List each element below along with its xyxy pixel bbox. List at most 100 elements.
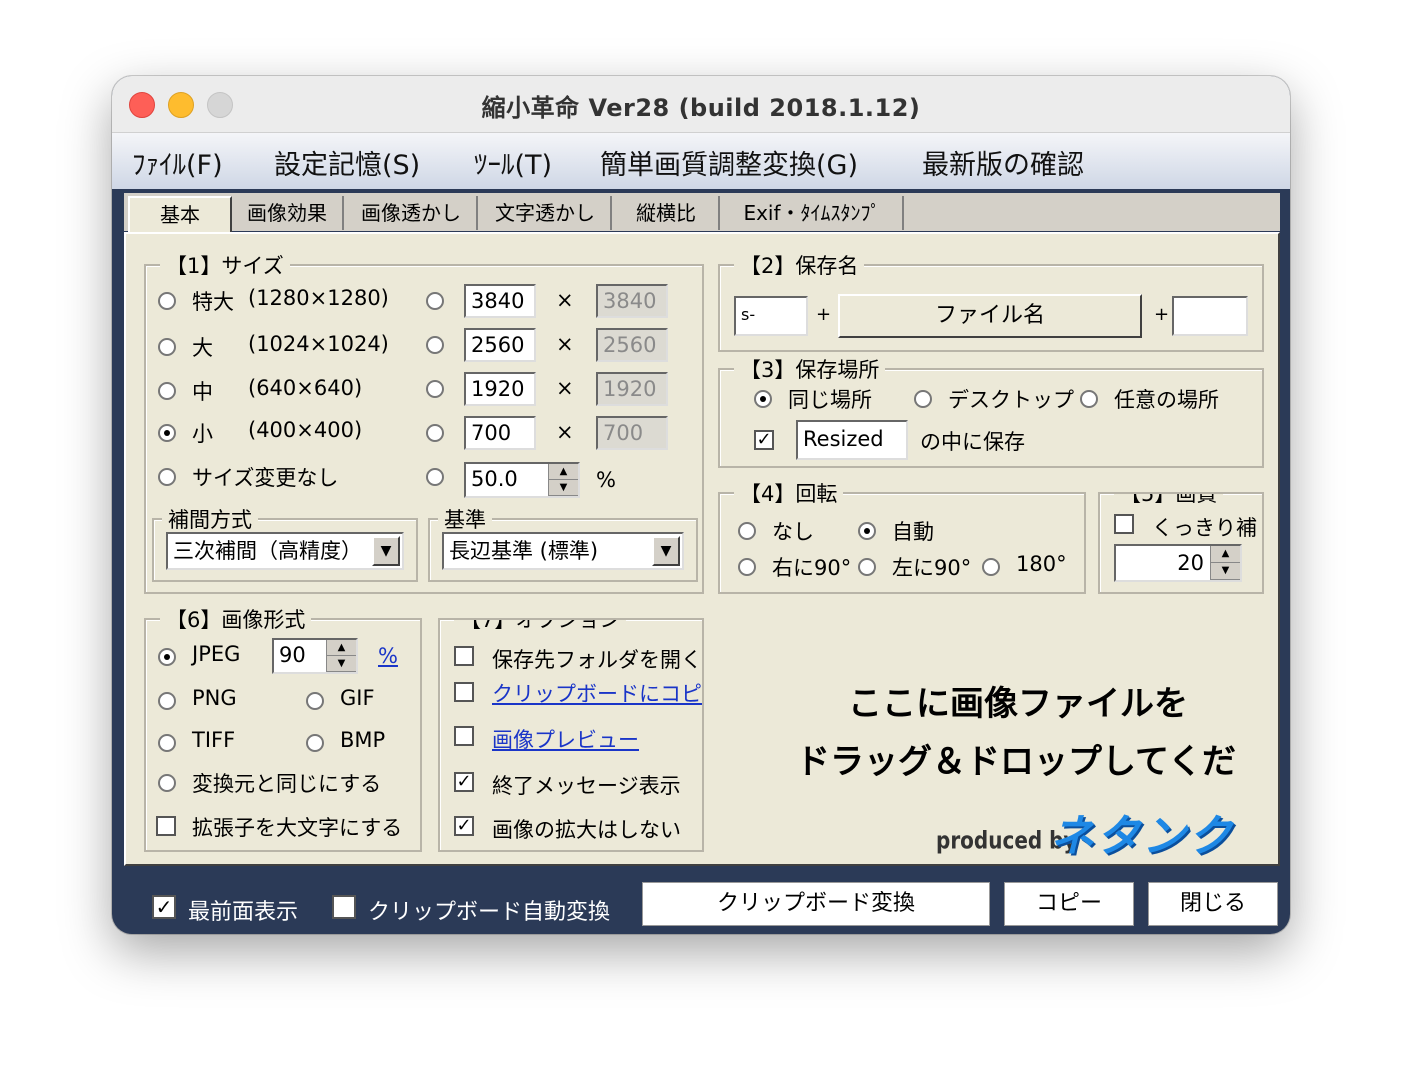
chevron-down-icon[interactable]: ▼ (652, 536, 680, 566)
size-large-label: 大 (192, 336, 213, 360)
interp-select[interactable]: 三次補間（高精度） ▼ (166, 532, 404, 570)
menu-quality-convert[interactable]: 簡単画質調整変換(G) (600, 143, 858, 182)
spin-up-icon[interactable]: ▲ (549, 464, 578, 480)
clipboard-convert-button[interactable]: クリップボード変換 (642, 882, 990, 926)
bmp-radio[interactable] (306, 734, 324, 752)
png-radio[interactable] (158, 692, 176, 710)
size-medium-dims: (640×640) (248, 376, 363, 400)
rotate-auto-label: 自動 (892, 520, 934, 544)
options-group: 【7】オプション 保存先フォルダを開く クリップボードにコピ 画像プレビュー ✓… (438, 618, 704, 852)
jpeg-quality-input[interactable]: 90 ▲ ▼ (272, 638, 358, 674)
menu-file[interactable]: ﾌｧｲﾙ(F) (132, 143, 223, 182)
preview-link[interactable]: 画像プレビュー (492, 724, 639, 754)
copy-clipboard-link[interactable]: クリップボードにコピ (492, 678, 702, 708)
custom-size-2-radio[interactable] (426, 336, 444, 354)
custom-height-1-input: 3840 (596, 284, 668, 318)
close-button[interactable]: 閉じる (1148, 882, 1278, 926)
times-sign: × (556, 420, 574, 444)
tiff-radio[interactable] (158, 734, 176, 752)
any-place-radio[interactable] (1080, 390, 1098, 408)
no-enlarge-label: 画像の拡大はしない (492, 818, 681, 842)
custom-size-3-radio[interactable] (426, 380, 444, 398)
prefix-input[interactable]: s- (734, 296, 808, 336)
size-small-label: 小 (192, 422, 213, 446)
save-name-group-title: 【2】保存名 (734, 250, 865, 280)
rotate-none-radio[interactable] (738, 522, 756, 540)
preview-checkbox[interactable] (454, 726, 474, 746)
menu-bar: ﾌｧｲﾙ(F) 設定記憶(S) ﾂｰﾙ(T) 簡単画質調整変換(G) 最新版の確… (112, 133, 1290, 189)
size-nochange-radio[interactable] (158, 468, 176, 486)
tab-text-watermark[interactable]: 文字透かし (480, 196, 612, 230)
menu-tools[interactable]: ﾂｰﾙ(T) (474, 143, 552, 182)
copy-button[interactable]: コピー (1004, 882, 1134, 926)
subfolder-checkbox[interactable]: ✓ (754, 430, 774, 450)
open-folder-checkbox[interactable] (454, 646, 474, 666)
size-xl-radio[interactable] (158, 292, 176, 310)
basis-select[interactable]: 長辺基準 (標準) ▼ (442, 532, 684, 570)
no-enlarge-checkbox[interactable]: ✓ (454, 816, 474, 836)
size-nochange-label: サイズ変更なし (192, 466, 339, 490)
percent-input[interactable]: 50.0 ▲ ▼ (464, 462, 580, 498)
jpeg-quality-spinner[interactable]: ▲ ▼ (326, 640, 356, 672)
rotate-left-radio[interactable] (858, 558, 876, 576)
spin-up-icon[interactable]: ▲ (1211, 546, 1240, 563)
spin-down-icon[interactable]: ▼ (549, 480, 578, 496)
custom-width-1-input[interactable]: 3840 (464, 284, 536, 318)
spin-down-icon[interactable]: ▼ (327, 656, 356, 672)
percent-spinner[interactable]: ▲ ▼ (548, 464, 578, 496)
gif-radio[interactable] (306, 692, 324, 710)
tab-exif-timestamp[interactable]: Exif・ﾀｲﾑｽﾀﾝﾌﾟ (722, 196, 904, 230)
quality-group-title: 【5】画質 (1114, 494, 1224, 508)
size-large-radio[interactable] (158, 338, 176, 356)
drop-zone[interactable]: ここに画像ファイルを ドラッグ＆ドロップしてくだ produced by ネタン… (726, 624, 1278, 864)
size-medium-label: 中 (192, 380, 213, 404)
gif-label: GIF (340, 686, 375, 710)
interp-select-value: 三次補間（高精度） (173, 539, 362, 563)
rotate-180-radio[interactable] (982, 558, 1000, 576)
custom-width-4-input[interactable]: 700 (464, 416, 536, 450)
custom-width-2-input[interactable]: 2560 (464, 328, 536, 362)
tab-image-watermark[interactable]: 画像透かし (346, 196, 478, 230)
jpeg-radio[interactable] (158, 648, 176, 666)
size-small-radio[interactable] (158, 424, 176, 442)
rotate-right-radio[interactable] (738, 558, 756, 576)
topmost-checkbox[interactable]: ✓ (152, 895, 176, 919)
tab-basic[interactable]: 基本 (128, 196, 232, 232)
spin-up-icon[interactable]: ▲ (327, 640, 356, 656)
filename-button[interactable]: ファイル名 (838, 294, 1142, 338)
custom-width-3-input[interactable]: 1920 (464, 372, 536, 406)
tab-image-effects[interactable]: 画像効果 (232, 196, 344, 230)
subfolder-suffix: の中に保存 (920, 430, 1025, 454)
quality-spinner[interactable]: ▲ ▼ (1210, 546, 1240, 580)
size-group-title: 【1】サイズ (160, 250, 290, 280)
rotate-right-label: 右に90° (772, 556, 852, 580)
finish-message-checkbox[interactable]: ✓ (454, 772, 474, 792)
menu-check-latest[interactable]: 最新版の確認 (922, 143, 1084, 182)
tab-aspect-ratio[interactable]: 縦横比 (614, 196, 720, 230)
percent-radio[interactable] (426, 468, 444, 486)
clip-auto-checkbox[interactable] (332, 895, 356, 919)
jpeg-percent-link[interactable]: % (378, 644, 398, 668)
suffix-input[interactable] (1172, 296, 1248, 336)
tiff-label: TIFF (192, 728, 236, 752)
rotate-auto-radio[interactable] (858, 522, 876, 540)
copy-clipboard-checkbox[interactable] (454, 682, 474, 702)
basis-select-value: 長辺基準 (標準) (449, 539, 599, 563)
same-place-radio[interactable] (754, 390, 772, 408)
subfolder-input[interactable]: Resized (796, 420, 908, 460)
size-xl-dims: (1280×1280) (248, 286, 389, 310)
spin-down-icon[interactable]: ▼ (1211, 563, 1240, 580)
quality-input[interactable]: 20 ▲ ▼ (1114, 544, 1242, 582)
uppercase-ext-checkbox[interactable] (156, 816, 176, 836)
custom-size-1-radio[interactable] (426, 292, 444, 310)
rotate-180-label: 180° (1016, 552, 1067, 576)
menu-settings-memory[interactable]: 設定記憶(S) (274, 143, 420, 182)
custom-height-4-input: 700 (596, 416, 668, 450)
quality-value: 20 (1177, 551, 1204, 575)
size-medium-radio[interactable] (158, 382, 176, 400)
chevron-down-icon[interactable]: ▼ (372, 536, 400, 566)
same-format-radio[interactable] (158, 774, 176, 792)
custom-size-4-radio[interactable] (426, 424, 444, 442)
desktop-radio[interactable] (914, 390, 932, 408)
sharp-checkbox[interactable] (1114, 514, 1134, 534)
